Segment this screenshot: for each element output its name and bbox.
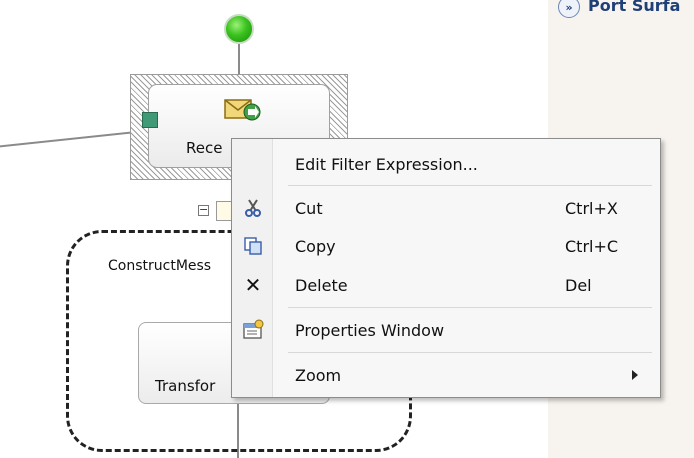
menu-item-edit-filter-expression[interactable]: Edit Filter Expression... <box>232 147 660 181</box>
receive-shape-label: Rece <box>186 139 223 157</box>
menu-item-cut[interactable]: Cut Ctrl+X <box>232 191 660 225</box>
menu-item-shortcut: Ctrl+X <box>565 198 618 218</box>
menu-separator <box>288 352 652 353</box>
menu-item-delete[interactable]: ✕ Delete Del <box>232 268 660 302</box>
menu-item-label: Cut <box>295 198 323 218</box>
receive-message-icon <box>224 99 261 121</box>
port-connector-handle[interactable] <box>142 112 158 128</box>
menu-item-label: Edit Filter Expression... <box>295 154 478 174</box>
scissors-icon <box>242 197 264 219</box>
menu-item-label: Properties Window <box>295 320 445 340</box>
start-connector-line <box>238 44 240 76</box>
menu-item-properties-window[interactable]: Properties Window <box>232 313 660 347</box>
port-binding-line <box>0 130 147 150</box>
copy-icon <box>242 235 264 257</box>
transform-shape-label: Transfor <box>155 377 216 395</box>
delete-icon: ✕ <box>244 273 262 297</box>
properties-window-icon <box>242 319 264 341</box>
menu-separator <box>288 307 652 308</box>
construct-shape-label: ConstructMess <box>108 258 212 274</box>
menu-item-label: Copy <box>295 236 336 256</box>
menu-item-copy[interactable]: Copy Ctrl+C <box>232 229 660 263</box>
menu-item-label: Zoom <box>295 365 342 385</box>
submenu-arrow-icon <box>632 370 638 380</box>
expand-port-surface-button[interactable]: » <box>558 0 580 18</box>
collapse-toggle[interactable]: − <box>198 204 209 216</box>
context-menu: Edit Filter Expression... Cut Ctrl+X Cop… <box>231 138 661 398</box>
menu-item-label: Delete <box>295 275 348 295</box>
port-surface-title: Port Surfa <box>588 0 681 15</box>
menu-separator <box>288 185 652 186</box>
menu-item-zoom[interactable]: Zoom <box>232 358 660 392</box>
menu-item-shortcut: Del <box>565 275 592 295</box>
menu-item-shortcut: Ctrl+C <box>565 236 619 256</box>
port-surface-header: » Port Surfa <box>558 0 680 24</box>
start-shape[interactable] <box>224 14 254 44</box>
